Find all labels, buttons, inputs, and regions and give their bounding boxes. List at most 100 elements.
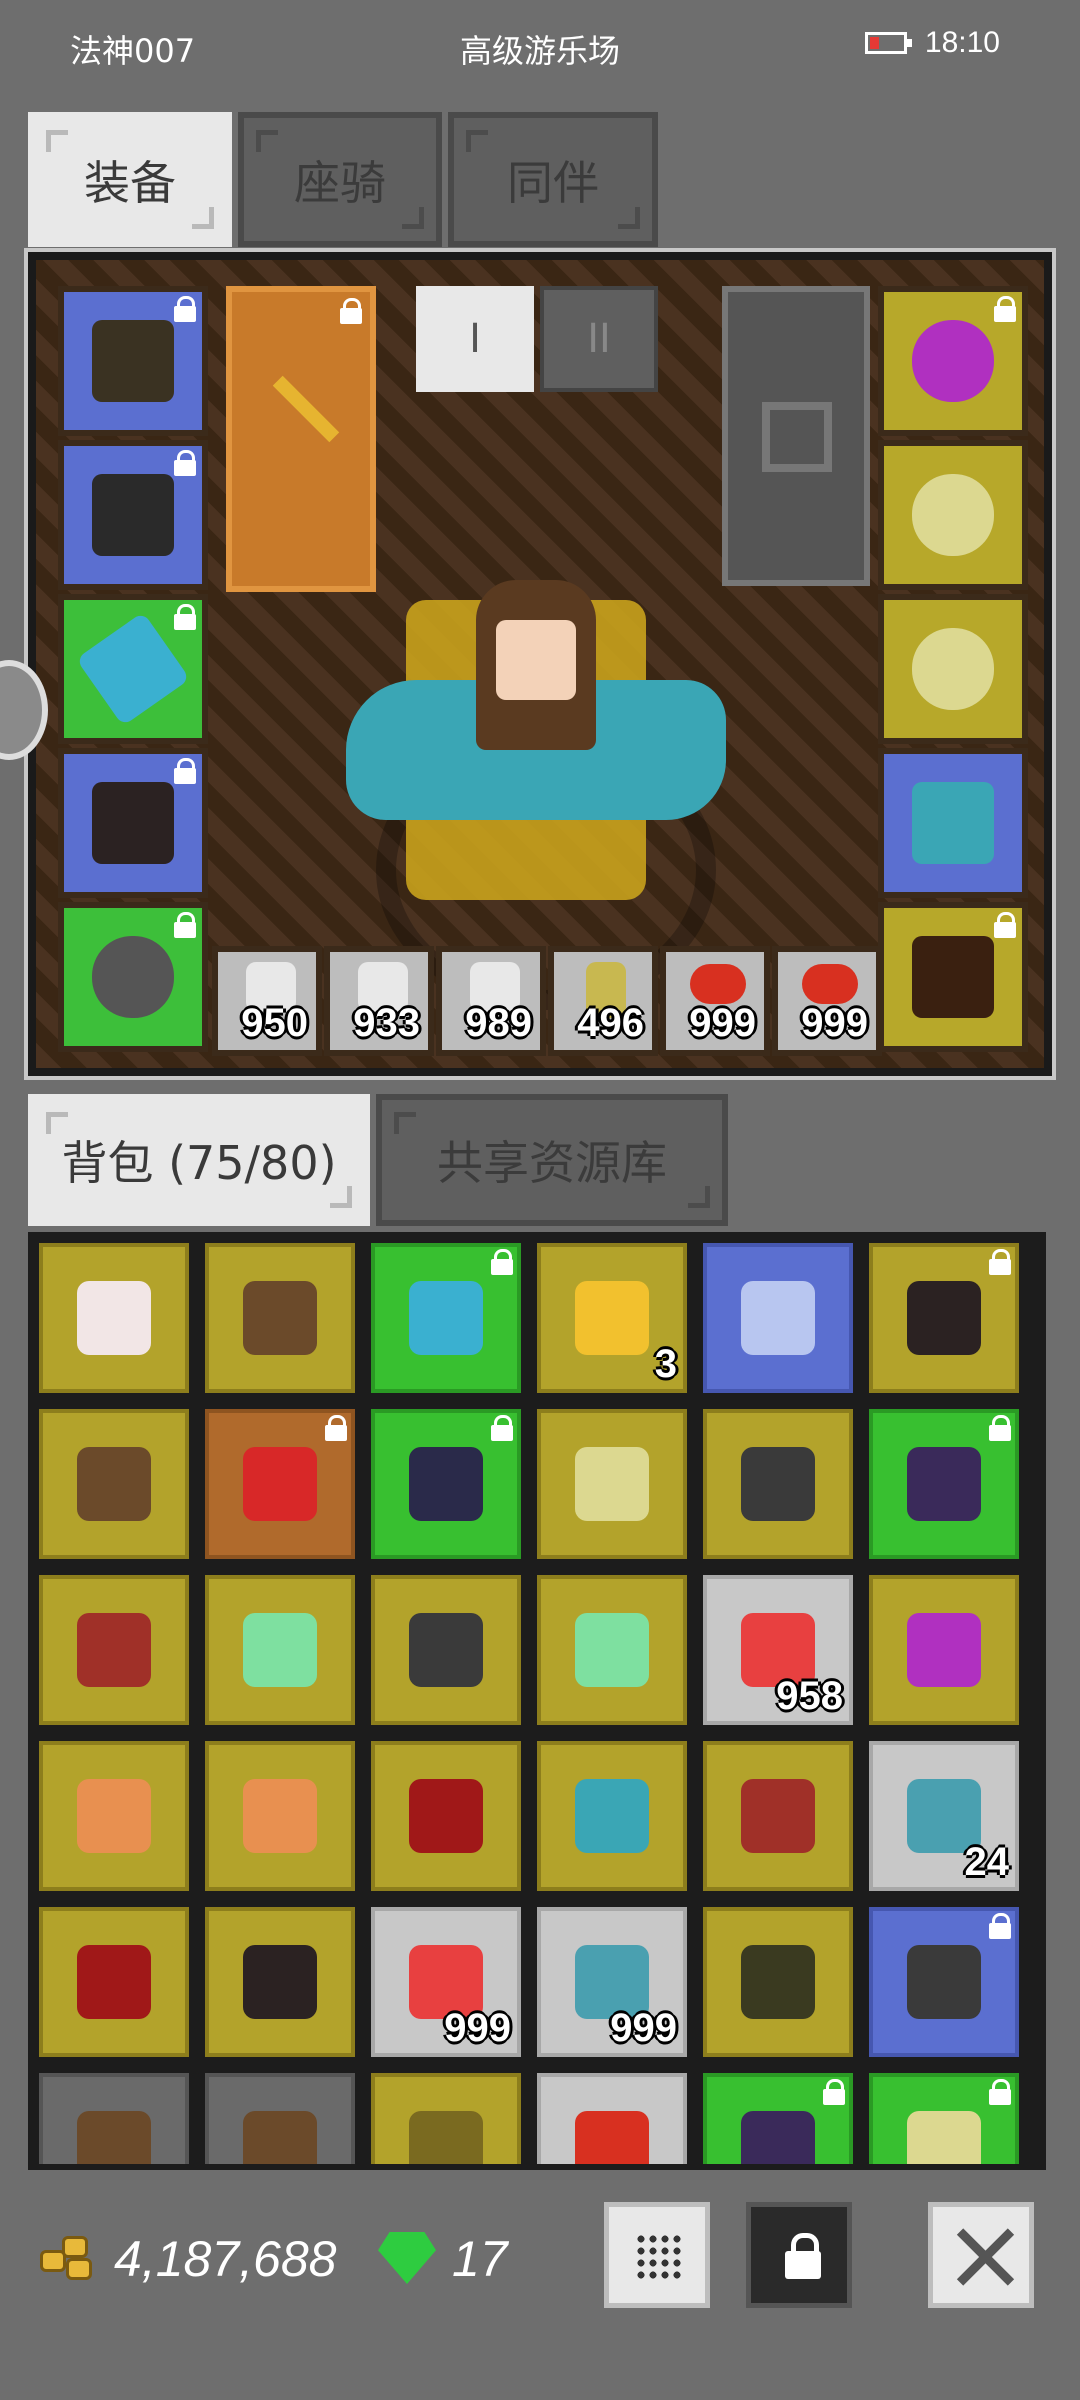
amethyst-necklace-icon [907,1613,981,1687]
quickbar-slot-6[interactable]: 999 [772,946,882,1056]
backpack-slot[interactable] [698,2068,858,2164]
lock-icon [491,1415,513,1441]
backpack-slot[interactable] [200,2068,360,2164]
quickbar-slot-1[interactable]: 950 [212,946,322,1056]
backpack-slot[interactable] [200,1570,360,1730]
gold-amount: 4,187,688 [114,2231,337,2287]
quickbar-slot-2[interactable]: 933 [324,946,434,1056]
red-tunic-icon [77,1945,151,2019]
tab-label: 同伴 [507,155,599,210]
slot-necklace[interactable] [878,286,1028,436]
backpack-slot[interactable] [864,1902,1024,2062]
backpack-slot[interactable] [698,1736,858,1896]
backpack-slot[interactable] [200,1238,360,1398]
backpack-slot[interactable] [34,1570,194,1730]
backpack-slot[interactable] [366,2068,526,2164]
quickbar-slot-3[interactable]: 989 [436,946,546,1056]
backpack-slot[interactable] [366,1736,526,1896]
slot-gloves[interactable] [58,594,208,744]
backpack-slot[interactable] [864,2068,1024,2164]
backpack-slot[interactable] [864,1404,1024,1564]
gem-amount: 17 [452,2231,508,2287]
gold-coin-icon [575,1281,649,1355]
backpack-slot[interactable] [532,1570,692,1730]
lock-icon [989,1249,1011,1275]
backpack-slot[interactable] [532,2068,692,2164]
backpack-slot[interactable] [698,1404,858,1564]
sort-grid-button[interactable] [604,2202,710,2308]
slot-mount-scroll[interactable] [878,748,1028,898]
backpack-slot[interactable] [864,1570,1024,1730]
pet-portrait-icon [912,936,994,1018]
emerald-gem-icon [378,2232,436,2284]
lock-icon [989,2079,1011,2105]
tab-label: 背包 (75/80) [61,1136,337,1190]
slot-ring-2[interactable] [878,594,1028,744]
slot-boots[interactable] [58,748,208,898]
tab-label: 装备 [84,155,176,210]
backpack-slot[interactable]: 3 [532,1238,692,1398]
backpack-slot[interactable] [366,1570,526,1730]
backpack-slot[interactable] [200,1902,360,2062]
grid-icon [635,2233,681,2279]
quantity: 933 [353,1001,420,1045]
backpack-slot[interactable]: 999 [532,1902,692,2062]
tab-equipment[interactable]: 装备 [28,112,232,247]
backpack-slot[interactable] [366,1404,526,1564]
tab-mount[interactable]: 座骑 [238,112,442,247]
page-1-button[interactable]: I [416,286,534,392]
character-preview [346,560,736,960]
backpack-slot[interactable] [200,1736,360,1896]
page-2-button[interactable]: II [540,286,658,392]
slot-belt[interactable] [58,902,208,1052]
jade-wand-icon [243,1613,317,1687]
backpack-slot[interactable] [532,1404,692,1564]
backpack-slot[interactable] [34,1238,194,1398]
quickbar-slot-5[interactable]: 999 [660,946,770,1056]
ruby-amulet-icon [243,1447,317,1521]
backpack-slot[interactable] [34,1404,194,1564]
tab-backpack[interactable]: 背包 (75/80) [28,1094,370,1226]
gold-ring-icon [912,628,994,710]
crimson-helmet-icon [77,1613,151,1687]
backpack-slot[interactable] [34,2068,194,2164]
quantity: 950 [241,1001,308,1045]
backpack-slot[interactable]: 958 [698,1570,858,1730]
quantity: 989 [465,1001,532,1045]
club-icon [243,2111,317,2164]
shadow-cloak-icon [741,2111,815,2164]
slot-weapon[interactable] [226,286,376,592]
lock-icon [174,604,196,630]
backpack-slot[interactable] [532,1736,692,1896]
backpack-slot[interactable]: 24 [864,1736,1024,1896]
backpack-slot[interactable]: 999 [366,1902,526,2062]
backpack-slot[interactable] [698,1238,858,1398]
backpack-slot[interactable] [200,1404,360,1564]
slot-pet[interactable] [878,902,1028,1052]
backpack-slot[interactable] [698,1902,858,2062]
gold-coins-icon [40,2236,96,2280]
backpack-slot[interactable] [34,1902,194,2062]
slot-ring-1[interactable] [878,440,1028,590]
page-label: I [469,316,481,362]
lock-mode-button[interactable] [746,2202,852,2308]
close-button[interactable] [928,2202,1034,2308]
tab-label: 座骑 [294,155,386,210]
lock-icon [174,296,196,322]
quickbar-slot-4[interactable]: 496 [548,946,658,1056]
backpack-slot[interactable] [34,1736,194,1896]
dark-boots-icon [243,1945,317,2019]
slot-armor[interactable] [58,440,208,590]
dark-boots-icon [907,1281,981,1355]
tab-label: 共享资源库 [437,1136,667,1190]
slot-empty-offhand[interactable] [722,286,870,586]
tab-shared-storage[interactable]: 共享资源库 [376,1094,728,1226]
wooden-staff-icon [77,1447,151,1521]
slot-helmet[interactable] [58,286,208,436]
egg-icon [77,1281,151,1355]
backpack-slot[interactable] [366,1238,526,1398]
tab-companion[interactable]: 同伴 [448,112,658,247]
page-label: II [587,316,611,362]
fire-scroll-icon [243,1779,317,1853]
backpack-slot[interactable] [864,1238,1024,1398]
